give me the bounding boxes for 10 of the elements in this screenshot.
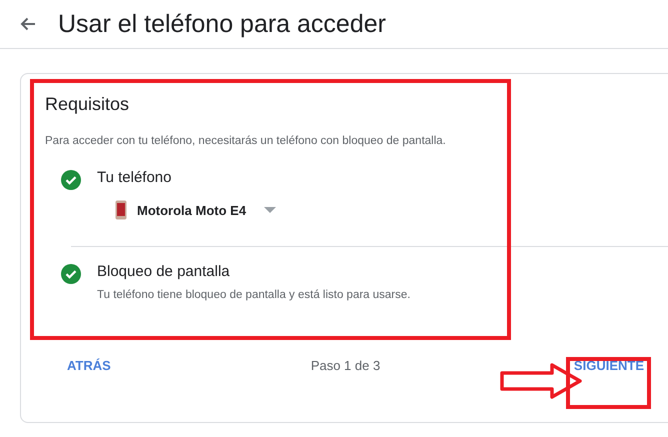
back-button[interactable]: ATRÁS xyxy=(67,352,111,378)
requirement-detail: Tu teléfono tiene bloqueo de pantalla y está listo para usarse. xyxy=(97,289,410,301)
device-name[interactable]: Motorola Moto E4 xyxy=(137,202,246,218)
requirement-label: Bloqueo de pantalla xyxy=(97,263,231,280)
next-button[interactable]: SIGUIENTE xyxy=(574,352,644,378)
description: Para acceder con tu teléfono, necesitarás un teléfono con bloqueo de pantalla. xyxy=(45,135,447,147)
requirement-label: Tu teléfono xyxy=(97,169,172,186)
page-title: Usar el teléfono para acceder xyxy=(58,10,386,38)
step-indicator: Paso 1 de 3 xyxy=(310,358,380,372)
section-title: Requisitos xyxy=(45,94,130,115)
